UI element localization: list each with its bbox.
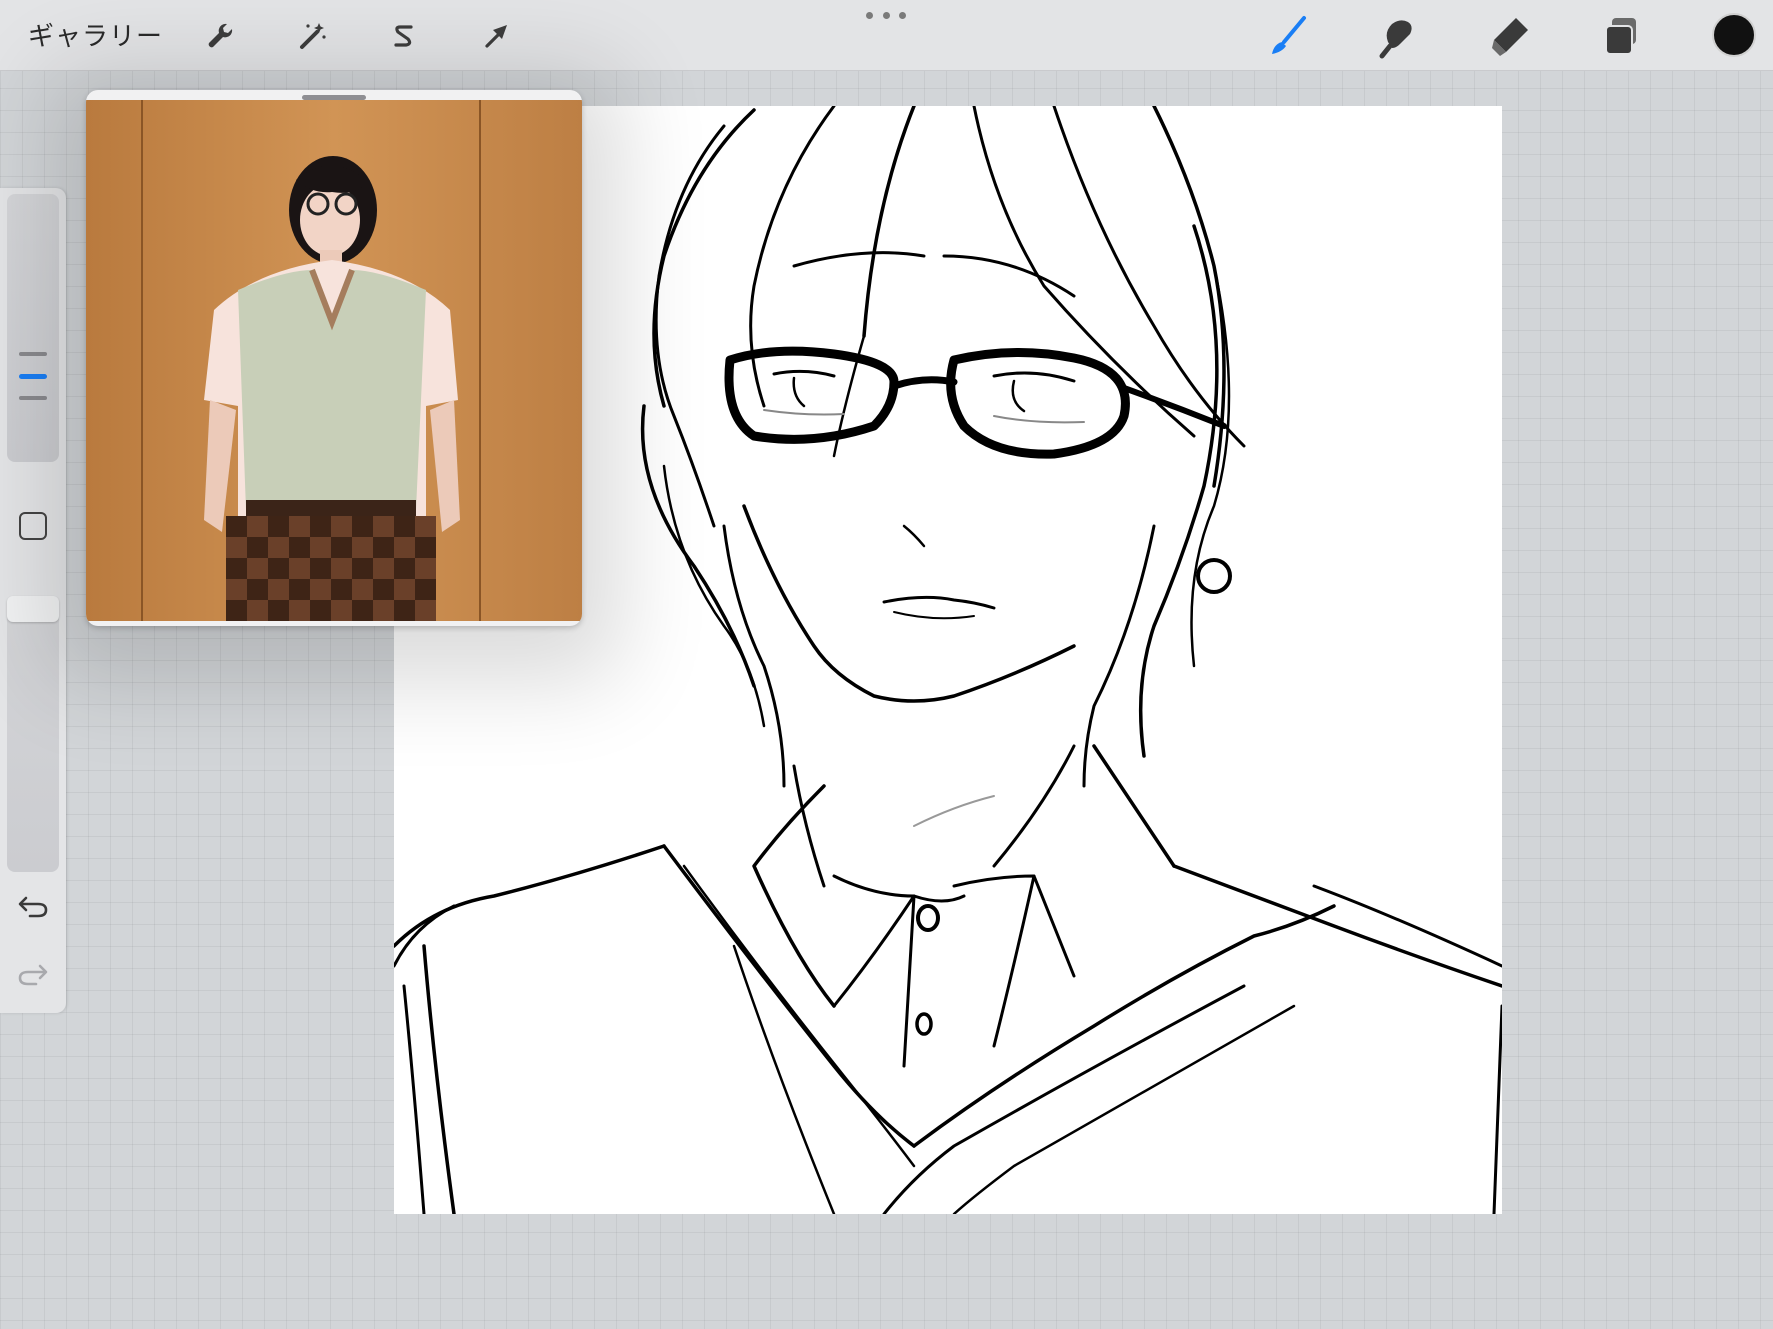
selection-s-icon[interactable] [382, 14, 426, 58]
gallery-button[interactable]: ギャラリー [28, 16, 163, 53]
redo-arrow-icon[interactable] [16, 956, 50, 990]
reference-photo-window[interactable] [86, 90, 582, 626]
side-toolbar [0, 188, 66, 1013]
opacity-thumb[interactable] [7, 596, 59, 622]
brush-icon[interactable] [1262, 10, 1314, 62]
arrow-cursor-icon[interactable] [474, 14, 518, 58]
layers-icon[interactable] [1596, 10, 1648, 62]
eraser-icon[interactable] [1484, 10, 1536, 62]
undo-arrow-icon[interactable] [16, 888, 50, 922]
top-toolbar: ギャラリー [0, 0, 1773, 71]
brush-size-thumb[interactable] [19, 374, 47, 379]
slider-tick [19, 352, 47, 356]
wrench-icon[interactable] [198, 14, 242, 58]
brush-size-slider[interactable] [7, 194, 59, 462]
slider-tick [19, 396, 47, 400]
smudge-finger-icon[interactable] [1372, 10, 1424, 62]
square-icon[interactable] [19, 512, 47, 540]
reference-photo [86, 100, 582, 621]
opacity-slider[interactable] [7, 596, 59, 872]
more-options-icon[interactable] [866, 6, 906, 24]
magic-wand-icon[interactable] [290, 14, 334, 58]
color-picker-button[interactable] [1712, 13, 1756, 57]
